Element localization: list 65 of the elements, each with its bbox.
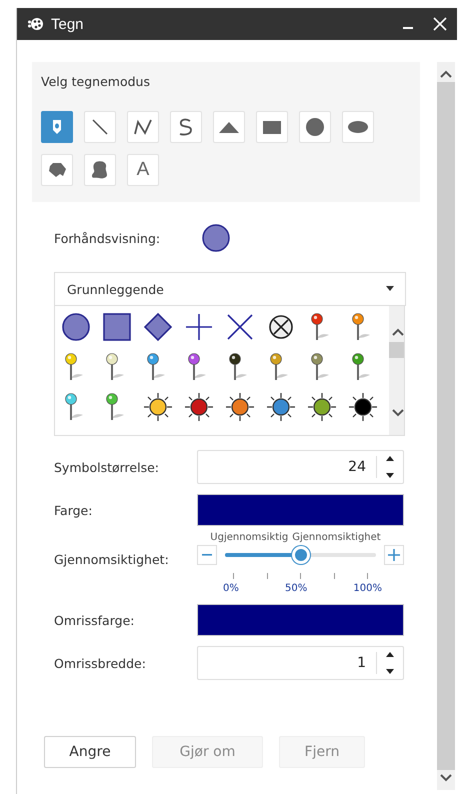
sun-symbol[interactable] xyxy=(266,392,296,422)
preview-circle-icon xyxy=(202,224,230,252)
draw-mode-button[interactable] xyxy=(41,111,73,143)
number-field[interactable]: 1 xyxy=(197,646,404,680)
field-label: Farge: xyxy=(54,502,94,518)
circle-icon xyxy=(306,118,324,136)
slider-caption: Gjennomsiktighet xyxy=(292,532,381,543)
decrease-button[interactable] xyxy=(197,545,217,565)
spin-up-icon[interactable] xyxy=(386,652,394,657)
scroll-down-icon[interactable] xyxy=(392,409,404,417)
scroll-up-icon[interactable] xyxy=(392,328,404,336)
field-label: Gjennomsiktighet: xyxy=(54,552,170,567)
field-label: Omrissfarge: xyxy=(54,612,136,628)
field-label: Symbolstørrelse: xyxy=(54,460,160,474)
scroll-down-icon[interactable] xyxy=(440,774,452,782)
line-icon xyxy=(92,119,108,135)
diamond-symbol[interactable] xyxy=(143,312,173,342)
minus-icon xyxy=(202,554,212,556)
field-label: Omrissbredde: xyxy=(54,656,147,670)
section-title: Velg tegnemodus xyxy=(41,74,151,89)
ellipse-icon xyxy=(348,121,368,133)
close-icon xyxy=(433,17,447,31)
circle-symbol[interactable] xyxy=(61,312,91,342)
slider-caption: Ugjennomsiktig xyxy=(210,532,288,543)
circled-x-symbol[interactable] xyxy=(266,312,296,342)
increase-button[interactable] xyxy=(384,545,404,565)
sun-symbol[interactable] xyxy=(348,392,378,422)
scroll-thumb[interactable] xyxy=(389,342,404,358)
sun-symbol[interactable] xyxy=(143,392,173,422)
color-swatch[interactable] xyxy=(197,494,404,526)
close-button[interactable] xyxy=(433,17,447,31)
tick-label: 100% xyxy=(353,583,382,594)
sun-symbol[interactable] xyxy=(184,392,214,422)
spin-down-icon[interactable] xyxy=(386,473,394,478)
pin-icon xyxy=(52,119,62,135)
palette-icon xyxy=(27,17,43,31)
slider-track[interactable] xyxy=(225,546,376,564)
symbol-set-dropdown[interactable]: Grunnleggende xyxy=(54,272,406,306)
scroll-up-icon[interactable] xyxy=(440,70,452,78)
tick-label: 0% xyxy=(223,583,239,594)
slider-thumb[interactable] xyxy=(292,546,310,564)
tick-label: 50% xyxy=(285,583,308,594)
action-button[interactable]: Angre xyxy=(44,736,136,768)
triangle-icon xyxy=(219,122,239,132)
number-field[interactable]: 24 xyxy=(197,450,404,484)
sun-symbol[interactable] xyxy=(225,392,255,422)
sun-symbol[interactable] xyxy=(307,392,337,422)
polyline-icon xyxy=(134,119,152,135)
rectangle-icon xyxy=(263,120,281,134)
blob-icon xyxy=(92,161,108,179)
polygon-icon xyxy=(48,163,66,177)
color-swatch[interactable] xyxy=(197,604,404,636)
spin-down-icon[interactable] xyxy=(386,669,394,674)
window-title: Tegn xyxy=(51,16,85,32)
square-symbol[interactable] xyxy=(102,312,132,342)
squiggle-icon xyxy=(177,118,195,136)
caret-icon xyxy=(385,286,395,292)
preview-label: Forhåndsvisning: xyxy=(54,230,162,246)
cross-symbol[interactable] xyxy=(184,312,214,342)
scrollbar[interactable] xyxy=(437,62,455,790)
minimize-icon xyxy=(403,27,413,29)
plus-icon xyxy=(388,549,400,561)
x-symbol[interactable] xyxy=(225,312,255,342)
draw-mode-button[interactable]: A xyxy=(127,154,159,186)
spin-up-icon[interactable] xyxy=(386,456,394,461)
